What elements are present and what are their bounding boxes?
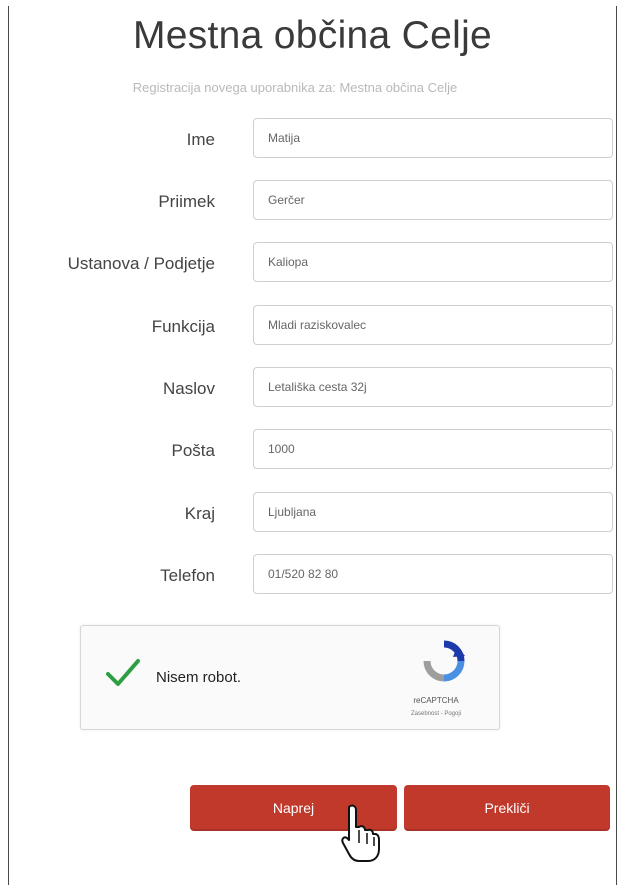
telefon-label: Telefon: [160, 566, 215, 585]
telefon-input[interactable]: [253, 554, 613, 594]
kraj-input[interactable]: [253, 492, 613, 532]
recaptcha-logo-icon: [423, 640, 465, 682]
recaptcha-brand: reCAPTCHA: [413, 696, 459, 705]
priimek-label: Priimek: [158, 192, 215, 211]
form-row-telefon: Telefon: [0, 554, 625, 598]
ime-input[interactable]: [253, 118, 613, 158]
form-row-ime: Ime: [0, 118, 625, 162]
form-row-priimek: Priimek: [0, 180, 625, 224]
form-row-ustanova: Ustanova / Podjetje: [0, 242, 625, 286]
page-subtitle: Registracija novega uporabnika za: Mestn…: [132, 80, 458, 95]
priimek-input[interactable]: [253, 180, 613, 220]
naslov-input[interactable]: [253, 367, 613, 407]
cancel-button[interactable]: Prekliči: [404, 785, 610, 831]
recaptcha-widget: Nisem robot. reCAPTCHA Zasebnost - Pogoj…: [80, 625, 500, 730]
funkcija-label: Funkcija: [151, 317, 215, 336]
form-row-naslov: Naslov: [0, 367, 625, 411]
ustanova-input[interactable]: [253, 242, 613, 282]
captcha-label: Nisem robot.: [156, 669, 242, 686]
posta-label: Pošta: [171, 441, 215, 460]
form-row-posta: Pošta: [0, 429, 625, 473]
hand-pointer-cursor-icon: [341, 804, 380, 862]
form-row-funkcija: Funkcija: [0, 305, 625, 349]
ime-label: Ime: [186, 130, 215, 149]
checkmark-icon[interactable]: [105, 658, 141, 688]
page-title: Mestna občina Celje: [132, 14, 493, 57]
form-row-kraj: Kraj: [0, 492, 625, 536]
ustanova-label: Ustanova / Podjetje: [67, 254, 215, 273]
kraj-label: Kraj: [184, 504, 215, 523]
recaptcha-links[interactable]: Zasebnost - Pogoji: [381, 711, 491, 717]
funkcija-input[interactable]: [253, 305, 613, 345]
posta-input[interactable]: [253, 429, 613, 469]
naslov-label: Naslov: [163, 379, 215, 398]
